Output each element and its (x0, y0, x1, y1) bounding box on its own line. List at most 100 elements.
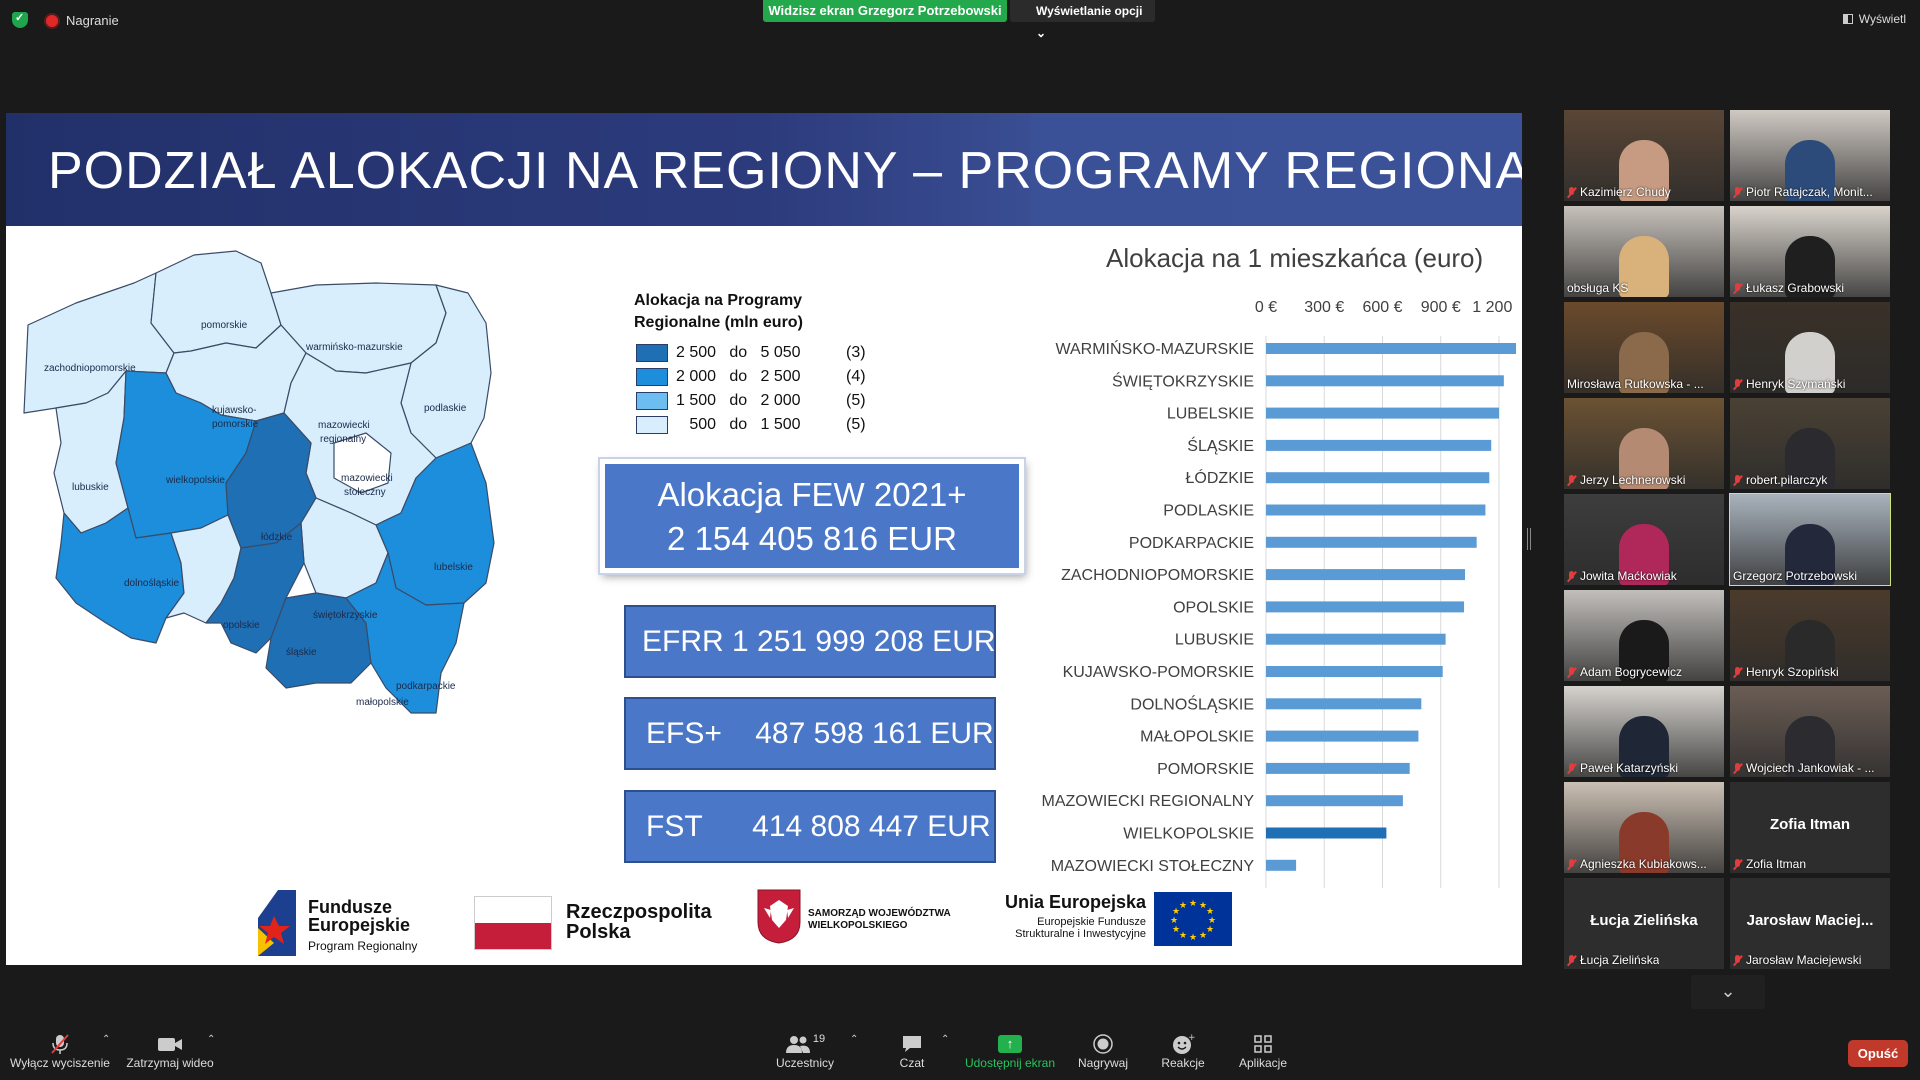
legend-swatch (636, 416, 668, 434)
legend-range: 1 500 do 2 000 (676, 392, 801, 409)
participant-tile[interactable]: Wojciech Jankowiak - ... (1730, 686, 1890, 777)
participant-tile[interactable]: Piotr Ratajczak, Monit... (1730, 110, 1890, 201)
participant-tile[interactable]: Jerzy Lechnerowski (1564, 398, 1724, 489)
participant-tile[interactable]: robert.pilarczyk (1730, 398, 1890, 489)
poland-regions-map: pomorskie zachodniopomorskie warmińsko-m… (23, 250, 495, 714)
legend-swatch (636, 344, 668, 362)
share-screen-button[interactable]: ↑ Udostępnij ekran (960, 1032, 1060, 1070)
participant-name: Jarosław Maciejewski (1733, 953, 1861, 967)
participant-tile[interactable]: Paweł Katarzyński (1564, 686, 1724, 777)
svg-text:★: ★ (1189, 899, 1197, 909)
participant-tile[interactable]: Jarosław Maciej... Jarosław Maciejewski (1730, 878, 1890, 969)
few-amount: 2 154 405 816 EUR (667, 520, 957, 557)
bar (1266, 504, 1486, 516)
leave-meeting-button[interactable]: Opuść (1848, 1040, 1908, 1067)
category-label: ŚLĄSKIE (1187, 436, 1254, 455)
view-layout-label: Wyświetl (1858, 12, 1906, 26)
audio-options-caret[interactable]: ⌃ (102, 1034, 110, 1045)
mic-muted-icon (1733, 186, 1742, 198)
participant-name: Henryk Szopiński (1733, 665, 1839, 679)
security-shield-icon[interactable] (12, 11, 28, 28)
record-label: Nagrywaj (1077, 1056, 1128, 1070)
mic-muted-icon (1567, 570, 1576, 582)
layout-icon (1842, 14, 1853, 24)
reactions-icon: + (1143, 1032, 1223, 1056)
slide-header: PODZIAŁ ALOKACJI NA REGIONY – PROGRAMY R… (6, 113, 1522, 226)
chat-options-caret[interactable]: ⌃ (941, 1034, 949, 1045)
participant-tile[interactable]: Łucja Zielińska Łucja Zielińska (1564, 878, 1724, 969)
participants-button[interactable]: 19 Uczestnicy (765, 1032, 845, 1070)
participant-name-label: Zofia Itman (1746, 857, 1807, 871)
fst-box: FST 414 808 447 EUR (624, 790, 996, 863)
participant-tile[interactable]: obsługa KS (1564, 206, 1724, 297)
camera-icon (120, 1032, 220, 1056)
map-legend: 2 500 do 5 050 (3) 2 000 do 2 500 (4) 1 500 … (636, 341, 866, 437)
panel-resize-handle[interactable] (1527, 528, 1531, 550)
video-options-caret[interactable]: ⌃ (207, 1034, 215, 1045)
efs-box: EFS+ 487 598 161 EUR (624, 697, 996, 770)
stop-video-label: Zatrzymaj wideo (126, 1056, 214, 1070)
legend-range: 2 500 do 5 050 (676, 344, 801, 361)
chat-button[interactable]: Czat (872, 1032, 952, 1070)
view-options-button[interactable]: Wyświetlanie opcji ⌄ (1010, 0, 1155, 40)
bar (1266, 762, 1410, 774)
participant-name-label: Jerzy Lechnerowski (1580, 473, 1686, 487)
label-mazowiecki-regionalny-2: regionalny (320, 434, 366, 445)
legend-count: (5) (846, 416, 866, 433)
category-label: WIELKOPOLSKIE (1123, 826, 1254, 843)
participant-name: Łucja Zielińska (1567, 953, 1659, 967)
record-button[interactable]: Nagrywaj (1063, 1032, 1143, 1070)
participant-name-label: Łucja Zielińska (1580, 953, 1660, 967)
x-tick-label: 0 € (1255, 299, 1277, 316)
allocation-per-capita-chart: 0 € 300 € 600 € 900 € 1 200 € WARMIŃSKO-MAZUR… (1042, 299, 1516, 888)
participant-tile[interactable]: Mirosława Rutkowska - ... (1564, 302, 1724, 393)
participant-tile[interactable]: Agnieszka Kubiakows... (1564, 782, 1724, 873)
eu-flag-icon: ★ ★★★ ★★★★ ★★★★ (1154, 892, 1232, 946)
category-label: LUBELSKIE (1167, 406, 1254, 423)
participants-options-caret[interactable]: ⌃ (850, 1034, 858, 1045)
legend-row: 2 000 do 2 500 (4) (636, 365, 866, 389)
label-warminsko-mazurskie: warmińsko-mazurskie (305, 342, 403, 353)
participant-name: Mirosława Rutkowska - ... (1567, 377, 1704, 391)
participant-tile[interactable]: Jowita Maćkowiak (1564, 494, 1724, 585)
category-label: MAŁOPOLSKIE (1140, 729, 1254, 746)
zoom-window: Nagranie Widzisz ekran Grzegorz Potrzebo… (0, 0, 1920, 1080)
category-label: PODKARPACKIE (1129, 535, 1254, 552)
view-layout-button[interactable]: Wyświetl (1842, 12, 1906, 26)
apps-button[interactable]: Aplikacje (1223, 1032, 1303, 1070)
participant-tile[interactable]: Adam Bogrycewicz (1564, 590, 1724, 681)
recording-indicator[interactable]: Nagranie (46, 13, 119, 28)
fe-star-icon (258, 890, 296, 956)
few-allocation-box: Alokacja FEW 2021+ 2 154 405 816 EUR (600, 459, 1024, 573)
participant-tile[interactable]: Henryk Szopiński (1730, 590, 1890, 681)
participant-tile[interactable]: Kazimierz Chudy (1564, 110, 1724, 201)
unmute-button[interactable]: Wyłącz wyciszenie (10, 1032, 110, 1070)
label-lubuskie: lubuskie (72, 482, 109, 493)
label-podlaskie: podlaskie (424, 403, 467, 414)
participant-tile[interactable]: Henryk Szymański (1730, 302, 1890, 393)
label-malopolskie: małopolskie (356, 697, 409, 708)
reactions-button[interactable]: + Reakcje (1143, 1032, 1223, 1070)
label-mazowiecki-regionalny-1: mazowiecki (318, 420, 370, 431)
bar (1266, 343, 1516, 354)
svg-text:+: + (1188, 1033, 1195, 1043)
participant-name: Adam Bogrycewicz (1567, 665, 1682, 679)
participant-tile[interactable]: Zofia Itman Zofia Itman (1730, 782, 1890, 873)
participant-display-name: Łucja Zielińska (1590, 912, 1698, 929)
bar (1266, 859, 1297, 871)
participant-name-label: Piotr Ratajczak, Monit... (1746, 185, 1873, 199)
gallery-scroll-down-button[interactable]: ⌄ (1691, 975, 1765, 1009)
category-label: MAZOWIECKI STOŁECZNY (1051, 858, 1255, 875)
svg-text:★: ★ (1172, 925, 1180, 935)
category-label: ZACHODNIOPOMORSKIE (1061, 567, 1254, 584)
mic-muted-icon (1733, 282, 1742, 294)
stop-video-button[interactable]: Zatrzymaj wideo (120, 1032, 220, 1070)
mic-muted-icon (1567, 474, 1576, 486)
participant-tile[interactable]: Grzegorz Potrzebowski (1729, 493, 1891, 586)
bar (1266, 666, 1443, 677)
label-podkarpackie: podkarpackie (396, 681, 456, 692)
participant-tile[interactable]: Łukasz Grabowski (1730, 206, 1890, 297)
shared-slide: PODZIAŁ ALOKACJI NA REGIONY – PROGRAMY R… (6, 113, 1522, 965)
x-tick-label: 300 € (1304, 299, 1344, 316)
legend-row: 2 500 do 5 050 (3) (636, 341, 866, 365)
